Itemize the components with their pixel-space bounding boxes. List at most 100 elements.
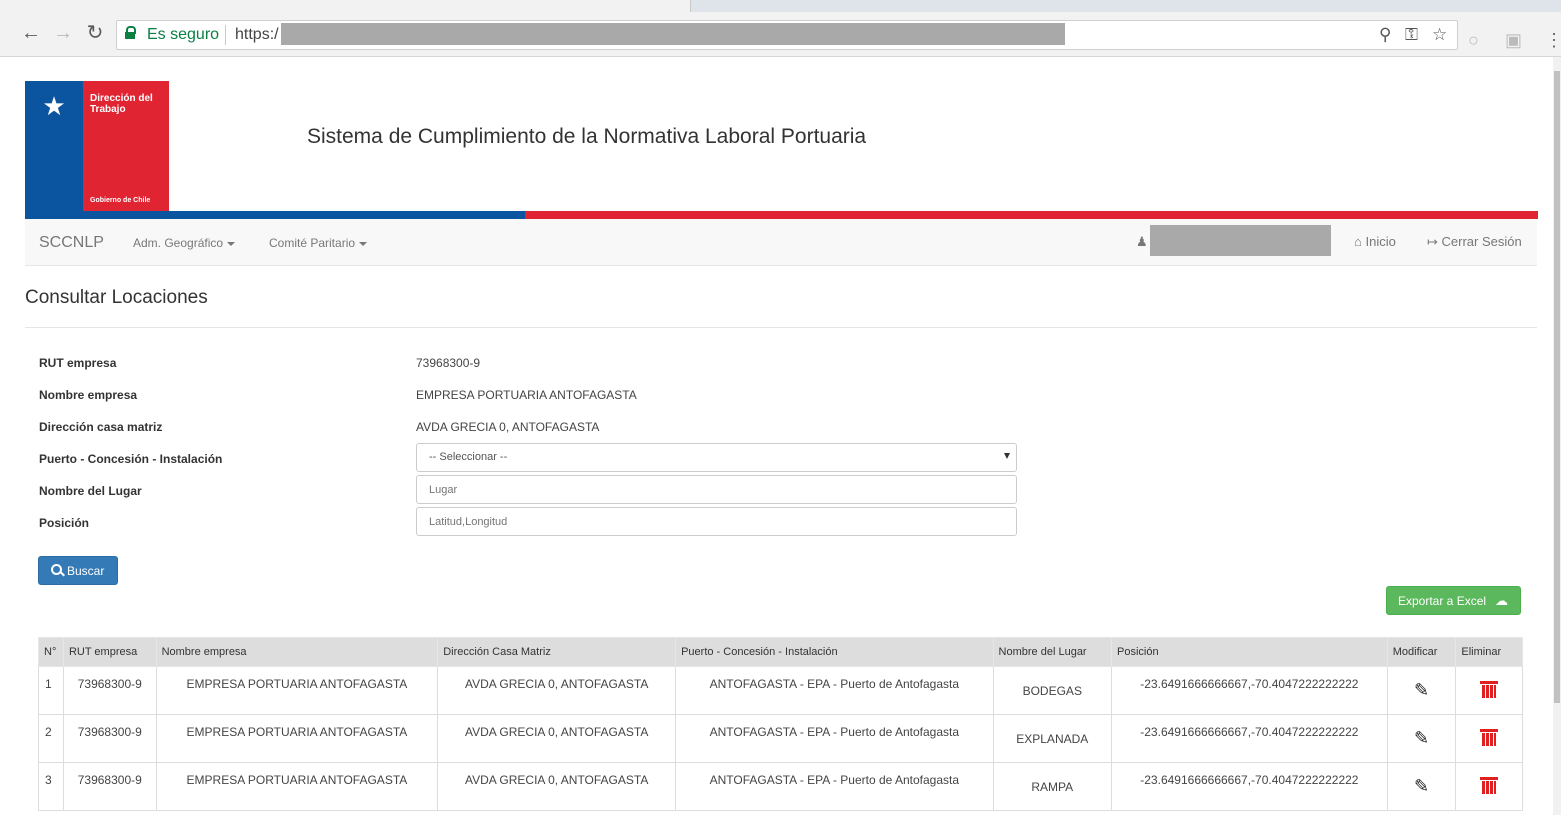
chevron-down-icon <box>1004 453 1010 459</box>
logo: ★ Dirección del Trabajo Gobierno de Chil… <box>25 81 169 211</box>
logo-gov-name: Gobierno de Chile <box>90 197 151 204</box>
home-icon: ⌂ <box>1354 234 1362 249</box>
nombre-value: EMPRESA PORTUARIA ANTOFAGASTA <box>416 388 637 402</box>
rut-value: 73968300-9 <box>416 356 481 370</box>
direccion-value: AVDA GRECIA 0, ANTOFAGASTA <box>416 420 600 434</box>
results-table: N° RUT empresa Nombre empresa Dirección … <box>38 637 1523 811</box>
vertical-scrollbar[interactable] <box>1553 57 1561 815</box>
browser-tabstrip <box>0 0 1561 12</box>
cell-direccion: AVDA GRECIA 0, ANTOFAGASTA <box>464 725 649 739</box>
coat-of-arms-icon: ★ <box>42 91 66 121</box>
header-eliminar: Eliminar <box>1455 637 1523 667</box>
nombre-label: Nombre empresa <box>39 388 138 402</box>
cell-posicion: -23.6491666666667,-70.4047222222222 <box>1140 677 1359 691</box>
header-nombre: Nombre empresa <box>155 637 439 667</box>
buscar-button[interactable]: Buscar <box>38 556 118 585</box>
cell-n: 3 <box>45 773 52 787</box>
export-excel-button[interactable]: Exportar a Excel ☁ <box>1386 586 1521 615</box>
cell-posicion: -23.6491666666667,-70.4047222222222 <box>1140 773 1359 787</box>
forward-icon[interactable]: → <box>50 20 76 46</box>
menu-adm-geografico-label: Adm. Geográfico <box>133 236 224 250</box>
edit-pencil-icon[interactable]: ✎ <box>1414 776 1429 797</box>
cell-nombre: EMPRESA PORTUARIA ANTOFAGASTA <box>186 677 408 691</box>
user-icon: ♟ <box>1136 234 1148 249</box>
page-title: Consultar Locaciones <box>25 287 208 308</box>
browser-tab[interactable] <box>0 0 691 12</box>
cell-rut: 73968300-9 <box>77 773 142 787</box>
direccion-label: Dirección casa matriz <box>39 420 163 434</box>
back-icon[interactable]: ← <box>18 20 44 46</box>
menu-comite-paritario[interactable]: Comité Paritario <box>269 236 368 250</box>
header-lugar: Nombre del Lugar <box>992 637 1113 667</box>
table-header-row: N° RUT empresa Nombre empresa Dirección … <box>38 637 1523 667</box>
extension-icon[interactable]: ○ <box>1468 30 1479 51</box>
header-rut: RUT empresa <box>62 637 157 667</box>
cloud-download-icon: ☁ <box>1495 593 1508 608</box>
cell-direccion: AVDA GRECIA 0, ANTOFAGASTA <box>464 773 649 787</box>
search-icon <box>51 564 62 575</box>
cell-lugar: EXPLANADA <box>1016 731 1089 746</box>
zoom-icon[interactable]: ⚲ <box>1379 25 1391 45</box>
lugar-input[interactable] <box>416 475 1017 504</box>
top-navbar: SCCNLP Adm. Geográfico Comité Paritario … <box>25 219 1537 266</box>
cell-rut: 73968300-9 <box>77 725 142 739</box>
cell-lugar: BODEGAS <box>1022 683 1082 698</box>
menu-icon[interactable]: ⋮ <box>1545 30 1561 51</box>
inicio-link[interactable]: ⌂ Inicio <box>1354 234 1396 249</box>
logout-label: Cerrar Sesión <box>1441 234 1522 249</box>
header-direccion: Dirección Casa Matriz <box>437 637 677 667</box>
scrollbar-thumb[interactable] <box>1554 71 1560 703</box>
logo-org-name: Dirección del Trabajo <box>90 93 153 115</box>
logout-icon: ↦ <box>1427 234 1438 249</box>
logout-link[interactable]: ↦ Cerrar Sesión <box>1427 234 1522 250</box>
divider <box>25 327 1537 328</box>
pdf-icon[interactable]: ▣ <box>1505 30 1522 51</box>
cell-nombre: EMPRESA PORTUARIA ANTOFAGASTA <box>186 773 408 787</box>
chevron-down-icon <box>227 241 236 246</box>
page-viewport: ★ Dirección del Trabajo Gobierno de Chil… <box>0 57 1561 815</box>
puerto-select[interactable]: -- Seleccionar -- <box>416 443 1017 472</box>
puerto-selected-value: -- Seleccionar -- <box>429 451 508 463</box>
browser-toolbar: ← → ↻ Es seguro https:/ ⚲ ⚿ ☆ ○ ▣ ⋮ <box>0 12 1561 57</box>
buscar-label: Buscar <box>67 564 105 578</box>
header-stripe-red <box>525 211 1538 219</box>
redacted-url <box>281 23 1065 45</box>
url-prefix: https:/ <box>235 26 279 43</box>
puerto-label: Puerto - Concesión - Instalación <box>39 452 223 466</box>
cell-nombre: EMPRESA PORTUARIA ANTOFAGASTA <box>186 725 408 739</box>
header-puerto: Puerto - Concesión - Instalación <box>675 637 994 667</box>
inicio-label: Inicio <box>1365 234 1396 249</box>
header-posicion: Posición <box>1111 637 1388 667</box>
menu-comite-paritario-label: Comité Paritario <box>269 236 356 250</box>
trash-icon[interactable] <box>1480 680 1499 698</box>
edit-pencil-icon[interactable]: ✎ <box>1414 680 1429 701</box>
cell-puerto: ANTOFAGASTA - EPA - Puerto de Antofagast… <box>709 677 960 691</box>
header-n: N° <box>38 637 64 667</box>
trash-icon[interactable] <box>1480 728 1499 746</box>
header-stripe-blue <box>25 211 525 219</box>
key-icon[interactable]: ⚿ <box>1405 25 1418 45</box>
reload-icon[interactable]: ↻ <box>82 20 108 46</box>
header-modificar: Modificar <box>1386 637 1457 667</box>
table-row: 3 73968300-9 EMPRESA PORTUARIA ANTOFAGAS… <box>38 762 1523 811</box>
export-label: Exportar a Excel <box>1398 594 1487 608</box>
table-row: 1 73968300-9 EMPRESA PORTUARIA ANTOFAGAS… <box>38 666 1523 715</box>
edit-pencil-icon[interactable]: ✎ <box>1414 728 1429 749</box>
trash-icon[interactable] <box>1480 776 1499 794</box>
secure-label: Es seguro <box>147 26 220 43</box>
cell-puerto: ANTOFAGASTA - EPA - Puerto de Antofagast… <box>709 725 960 739</box>
posicion-input[interactable] <box>416 507 1017 536</box>
rut-label: RUT empresa <box>39 356 117 370</box>
cell-posicion: -23.6491666666667,-70.4047222222222 <box>1140 725 1359 739</box>
address-bar[interactable]: Es seguro https:/ ⚲ ⚿ ☆ <box>116 20 1458 50</box>
lugar-label: Nombre del Lugar <box>39 484 142 498</box>
address-separator <box>225 25 226 45</box>
menu-adm-geografico[interactable]: Adm. Geográfico <box>133 236 236 250</box>
cell-puerto: ANTOFAGASTA - EPA - Puerto de Antofagast… <box>709 773 960 787</box>
chevron-down-icon <box>359 241 368 246</box>
cell-rut: 73968300-9 <box>77 677 142 691</box>
star-icon[interactable]: ☆ <box>1432 25 1447 45</box>
lock-icon <box>125 26 136 39</box>
cell-lugar: RAMPA <box>1031 779 1074 794</box>
navbar-brand[interactable]: SCCNLP <box>39 234 104 252</box>
